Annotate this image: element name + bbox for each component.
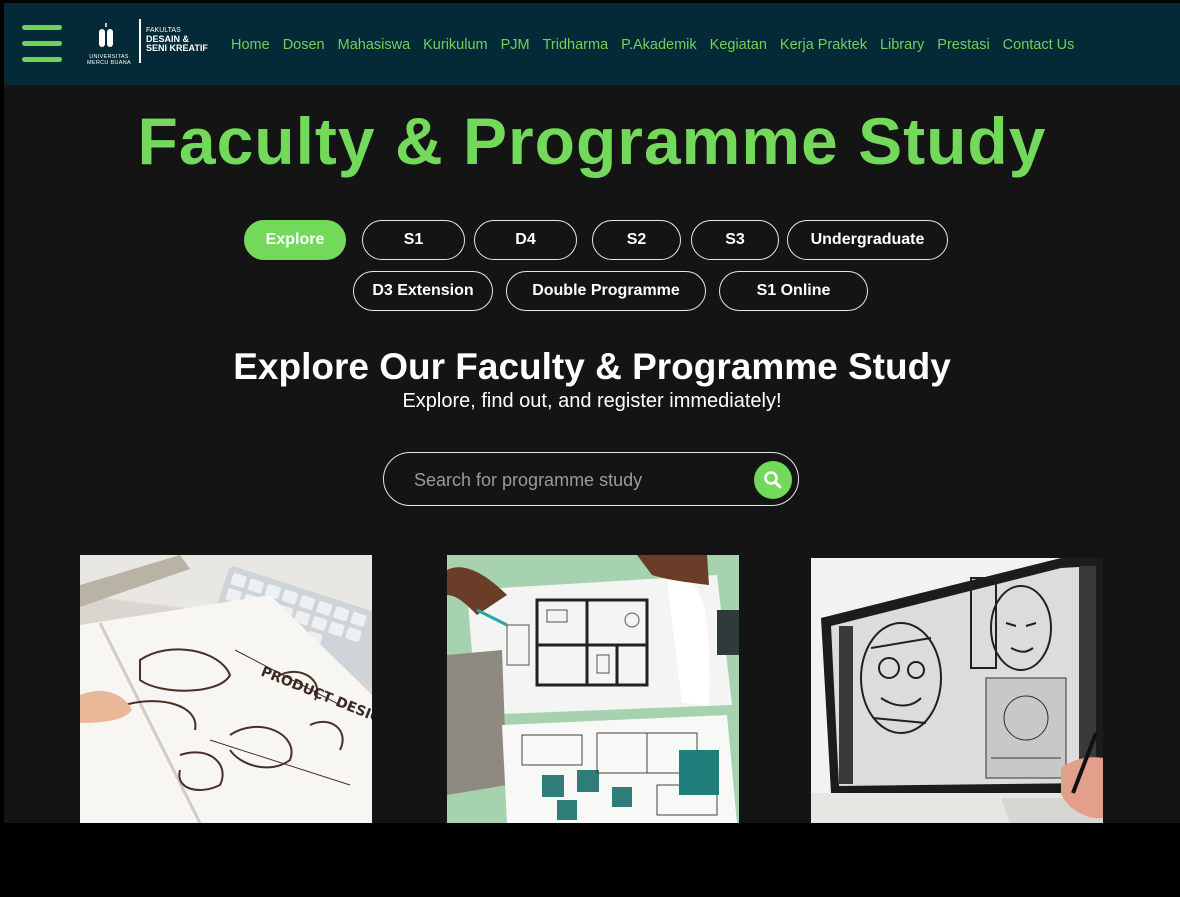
top-navigation-bar: UNIVERSITAS MERCU BUANA FAKULTAS DESAIN … xyxy=(4,3,1180,85)
filter-s1[interactable]: S1 xyxy=(362,220,465,260)
filter-s1-online[interactable]: S1 Online xyxy=(719,271,868,311)
search-icon xyxy=(764,471,782,489)
nav-dosen[interactable]: Dosen xyxy=(283,37,325,53)
filter-d3-extension[interactable]: D3 Extension xyxy=(353,271,493,311)
page: UNIVERSITAS MERCU BUANA FAKULTAS DESAIN … xyxy=(4,3,1180,823)
nav-library[interactable]: Library xyxy=(880,37,924,53)
programme-card-interior-design[interactable] xyxy=(447,555,739,823)
logo-faculty-text: FAKULTAS DESAIN & SENI KREATIF xyxy=(146,26,208,53)
main-nav: Home Dosen Mahasiswa Kurikulum PJM Tridh… xyxy=(231,37,1074,53)
nav-p-akademik[interactable]: P.Akademik xyxy=(621,37,697,53)
menu-icon[interactable] xyxy=(22,23,62,65)
page-title: Faculty & Programme Study xyxy=(137,104,1047,178)
logo-line-3: SENI KREATIF xyxy=(146,43,208,53)
filter-double-programme[interactable]: Double Programme xyxy=(506,271,706,311)
filter-s3[interactable]: S3 xyxy=(691,220,779,260)
faculty-logo[interactable]: UNIVERSITAS MERCU BUANA FAKULTAS DESAIN … xyxy=(84,17,214,67)
product-design-sketch-image: PRODUCT DESIG xyxy=(80,555,372,823)
nav-tridharma[interactable]: Tridharma xyxy=(543,37,609,53)
logo-mark-icon xyxy=(99,23,113,47)
nav-pjm[interactable]: PJM xyxy=(501,37,530,53)
filter-undergraduate[interactable]: Undergraduate xyxy=(787,220,948,260)
section-tagline: Explore, find out, and register immediat… xyxy=(402,390,782,412)
logo-divider xyxy=(139,19,141,63)
nav-contact-us[interactable]: Contact Us xyxy=(1003,37,1075,53)
digital-illustration-monitor-image xyxy=(811,558,1103,823)
section-heading: Explore Our Faculty & Programme Study xyxy=(233,346,951,387)
filter-explore[interactable]: Explore xyxy=(244,220,346,260)
nav-prestasi[interactable]: Prestasi xyxy=(937,37,989,53)
logo-university-text: UNIVERSITAS MERCU BUANA xyxy=(87,54,131,66)
programme-card-product-design[interactable]: PRODUCT DESIG xyxy=(80,555,372,823)
nav-kerja-praktek[interactable]: Kerja Praktek xyxy=(780,37,867,53)
search-input[interactable] xyxy=(412,467,736,493)
search-button[interactable] xyxy=(754,461,792,499)
nav-kegiatan[interactable]: Kegiatan xyxy=(710,37,767,53)
nav-mahasiswa[interactable]: Mahasiswa xyxy=(338,37,411,53)
nav-home[interactable]: Home xyxy=(231,37,270,53)
interior-floor-plan-image xyxy=(447,555,739,823)
programme-card-visual-communication[interactable] xyxy=(811,558,1103,823)
filter-s2[interactable]: S2 xyxy=(592,220,681,260)
search-bar xyxy=(383,452,799,506)
filter-d4[interactable]: D4 xyxy=(474,220,577,260)
nav-kurikulum[interactable]: Kurikulum xyxy=(423,37,487,53)
